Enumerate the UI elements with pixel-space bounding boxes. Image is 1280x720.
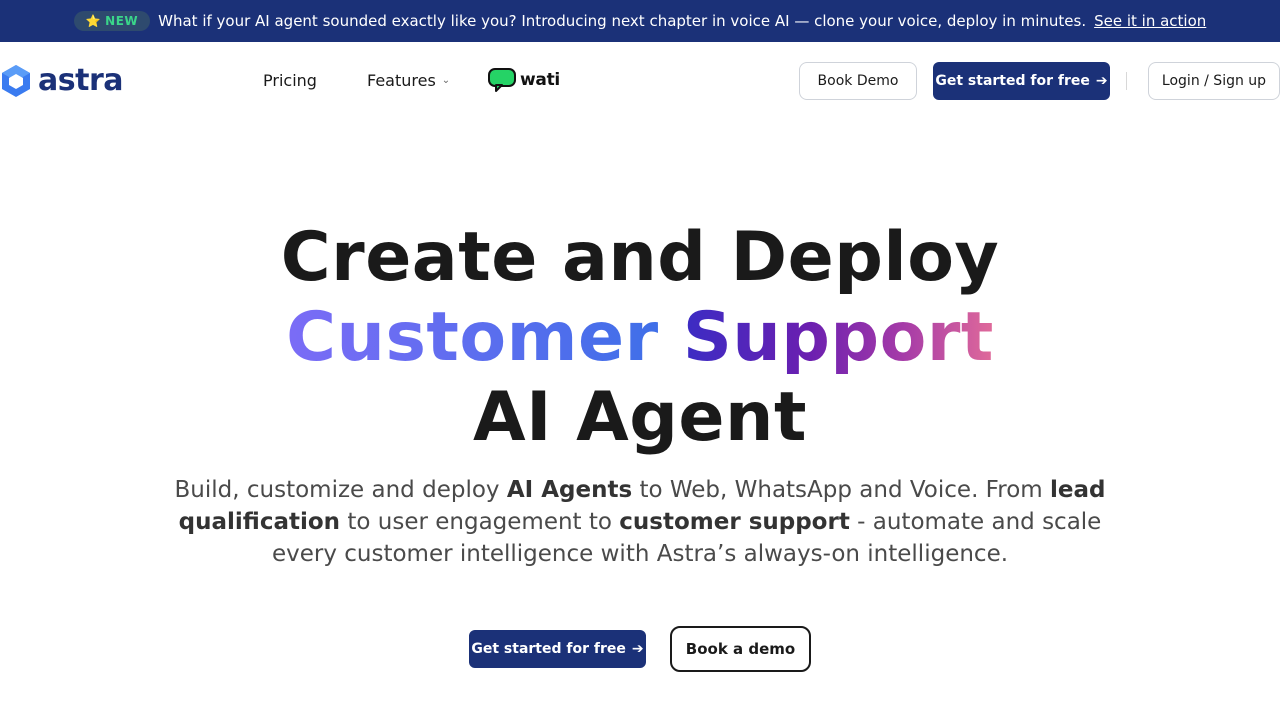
hero-title-customer: Customer bbox=[286, 298, 659, 377]
hero-title-line1: Create and Deploy bbox=[280, 218, 1000, 297]
astra-logo-icon bbox=[2, 65, 30, 97]
arrow-right-icon: ➔ bbox=[631, 641, 644, 657]
see-it-in-action-link[interactable]: See it in action bbox=[1094, 12, 1206, 30]
announcement-text: What if your AI agent sounded exactly li… bbox=[158, 12, 1087, 30]
hero-sub-text: to user engagement to bbox=[340, 509, 620, 535]
chevron-down-icon: ⌄ bbox=[441, 75, 451, 86]
hero-get-started-button[interactable]: Get started for free ➔ bbox=[469, 630, 646, 668]
wati-partner-logo[interactable]: wati bbox=[488, 68, 560, 92]
hero-subtitle: Build, customize and deploy AI Agents to… bbox=[160, 474, 1120, 570]
astra-logo[interactable]: astra bbox=[0, 64, 123, 98]
arrow-right-icon: ➔ bbox=[1095, 73, 1108, 89]
book-demo-button[interactable]: Book Demo bbox=[799, 62, 917, 100]
wati-chat-icon bbox=[488, 68, 516, 92]
hero-book-demo-button[interactable]: Book a demo bbox=[670, 626, 811, 672]
hero-sub-bold: customer support bbox=[619, 509, 850, 535]
navbar: astra Pricing Features ⌄ wati Book Demo … bbox=[0, 42, 1280, 120]
login-signup-button[interactable]: Login / Sign up bbox=[1148, 62, 1280, 100]
hero-title: Create and Deploy Customer Support AI Ag… bbox=[0, 218, 1280, 458]
star-icon: ⭐ bbox=[85, 14, 102, 28]
new-badge-label: NEW bbox=[105, 14, 139, 28]
announcement-bar: ⭐ NEW What if your AI agent sounded exac… bbox=[0, 0, 1280, 42]
hero-title-support: Support bbox=[682, 298, 994, 377]
get-started-button[interactable]: Get started for free ➔ bbox=[933, 62, 1110, 100]
hero-sub-text: to Web, WhatsApp and Voice. From bbox=[632, 477, 1050, 503]
hero-title-line3: AI Agent bbox=[473, 378, 807, 457]
get-started-label: Get started for free bbox=[935, 73, 1090, 89]
nav-link-pricing[interactable]: Pricing bbox=[263, 71, 317, 90]
features-label: Features bbox=[367, 71, 436, 90]
logo-text: astra bbox=[38, 63, 123, 98]
wati-text: wati bbox=[520, 70, 560, 90]
hero-sub-text: Build, customize and deploy bbox=[174, 477, 507, 503]
nav-divider bbox=[1126, 72, 1127, 90]
nav-link-features[interactable]: Features ⌄ bbox=[367, 71, 450, 90]
new-badge: ⭐ NEW bbox=[73, 11, 151, 31]
hero-sub-bold: AI Agents bbox=[506, 477, 633, 503]
hero-get-started-label: Get started for free bbox=[471, 641, 626, 657]
